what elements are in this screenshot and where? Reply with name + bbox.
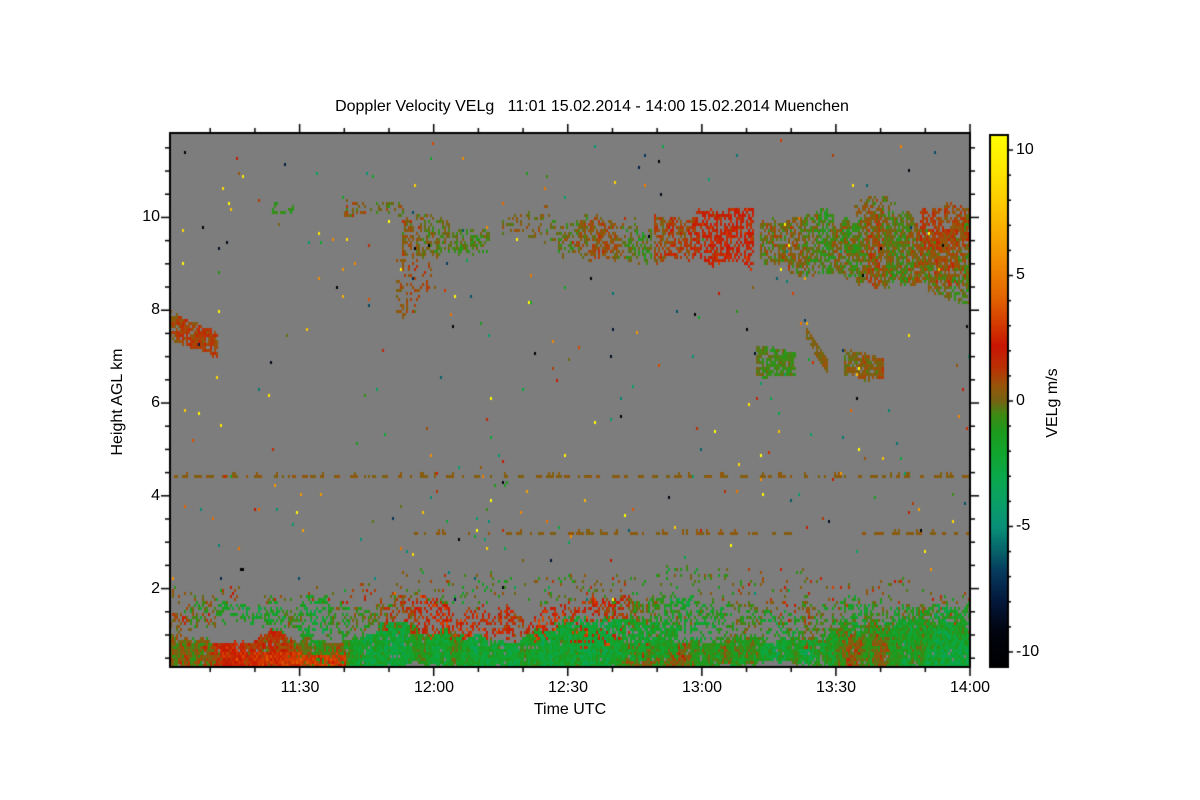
x-axis-label: Time UTC xyxy=(533,701,607,718)
x-tick-label-1200: 12:00 xyxy=(413,679,455,696)
y-tick-label-6: 6 xyxy=(151,394,160,411)
x-tick-label-1300: 13:00 xyxy=(681,679,723,696)
doppler-velocity-figure: Doppler Velocity VELg 11:01 15.02.2014 -… xyxy=(0,0,1200,800)
y-tick-label-8: 8 xyxy=(151,301,160,318)
y-tick-label-10: 10 xyxy=(142,208,160,225)
y-tick-label-4: 4 xyxy=(151,487,160,504)
x-tick-label-1130: 11:30 xyxy=(280,679,320,696)
colorbar-tick-label-10: 10 xyxy=(1016,141,1034,158)
x-tick-label-1330: 13:30 xyxy=(815,679,857,696)
colorbar-tick-label-m5: -5 xyxy=(1016,517,1031,534)
chart-title: Doppler Velocity VELg 11:01 15.02.2014 -… xyxy=(335,98,849,115)
y-tick-label-2: 2 xyxy=(151,580,160,597)
colorbar-tick-label-m10: -10 xyxy=(1016,643,1040,660)
x-tick-label-1400: 14:00 xyxy=(949,679,991,696)
colorbar-tick-label-0: 0 xyxy=(1016,392,1025,409)
x-tick-label-1230: 12:30 xyxy=(547,679,589,696)
colorbar-tick-label-5: 5 xyxy=(1016,266,1025,283)
